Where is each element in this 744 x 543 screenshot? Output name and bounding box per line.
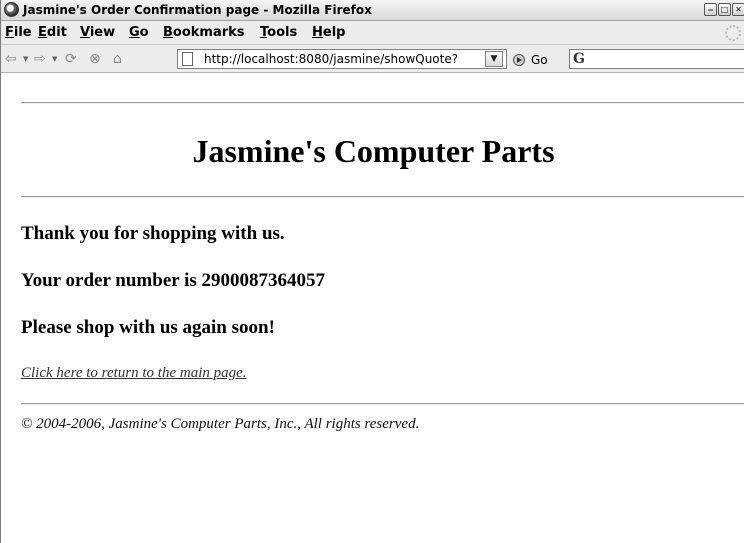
firefox-icon [4,2,19,17]
title-bar[interactable]: Jasmine's Order Confirmation page - Mozi… [1,0,744,21]
menu-go[interactable]: Go [129,25,149,40]
navigation-toolbar: ⇦ ▼ ⇨ ▼ ⟳ ⊗ ⌂ http://localhost:8080/jasm… [1,45,744,73]
return-main-page-link[interactable]: Click here to return to the main page. [21,365,247,382]
menu-view[interactable]: View [80,25,115,40]
window-controls: ‒ □ ✕ [704,3,744,16]
top-divider [21,102,744,104]
url-text[interactable]: http://localhost:8080/jasmine/showQuote? [204,52,494,66]
menu-edit[interactable]: Edit [38,25,67,40]
go-icon[interactable] [513,54,525,66]
menu-bookmarks[interactable]: Bookmarks [163,25,245,40]
stop-icon[interactable]: ⊗ [89,52,101,66]
thank-you-text: Thank you for shopping with us. [21,223,285,244]
back-arrow-icon[interactable]: ⇦ [5,52,17,66]
order-number-text: Your order number is 2900087364057 [21,270,326,291]
forward-arrow-icon[interactable]: ⇨ [34,52,46,66]
menu-help[interactable]: Help [312,25,345,40]
menu-bar: File Edit View Go Bookmarks Tools Help [1,21,744,45]
menu-tools[interactable]: Tools [260,25,297,40]
maximize-button[interactable]: □ [718,3,731,16]
browser-window: Jasmine's Order Confirmation page - Mozi… [0,0,744,543]
google-icon[interactable]: G [573,51,589,67]
go-button[interactable]: Go [531,53,548,67]
menu-file[interactable]: File [5,25,32,40]
minimize-button[interactable]: ‒ [704,3,717,16]
page-content: Jasmine's Computer Parts Thank you for s… [2,73,744,543]
page-icon [182,52,193,66]
reload-icon[interactable]: ⟳ [65,52,77,66]
search-box[interactable]: G [569,49,744,69]
header-divider [21,196,744,198]
back-history-dropdown[interactable]: ▼ [23,55,28,63]
home-icon[interactable]: ⌂ [113,52,122,66]
address-bar[interactable]: http://localhost:8080/jasmine/showQuote? [177,49,507,69]
close-button[interactable]: ✕ [732,3,744,16]
throbber-icon [725,25,741,41]
window-title: Jasmine's Order Confirmation page - Mozi… [23,3,372,17]
page-title: Jasmine's Computer Parts [192,133,555,169]
url-history-dropdown[interactable]: ▼ [485,51,503,67]
shop-again-text: Please shop with us again soon! [21,317,275,338]
footer-divider [21,403,744,405]
forward-history-dropdown[interactable]: ▼ [52,55,57,63]
copyright-text: © 2004-2006, Jasmine's Computer Parts, I… [21,416,420,432]
